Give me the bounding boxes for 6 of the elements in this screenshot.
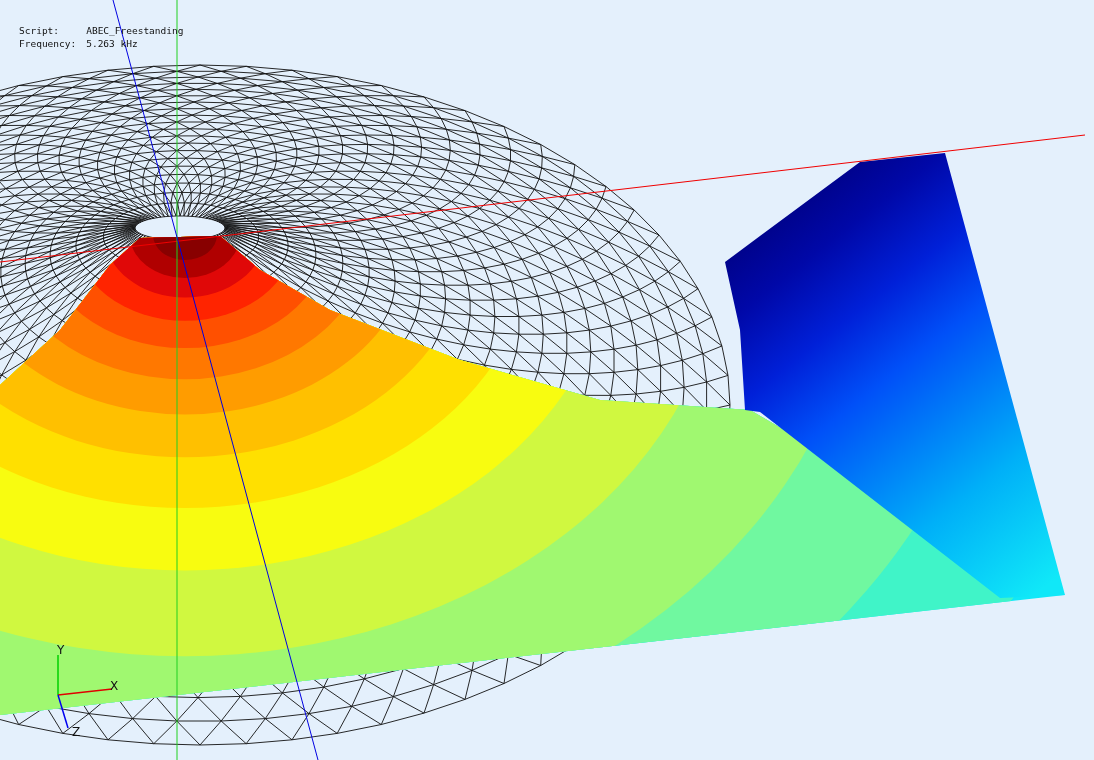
info-label: Script: [19,24,61,37]
info-value: ABEC_Freestanding [86,24,184,37]
axis-label: Y [57,643,65,657]
axis-label: X [110,679,119,693]
info-value: 5.263 kHz [86,37,139,50]
info-label: Frequency: [19,37,77,50]
